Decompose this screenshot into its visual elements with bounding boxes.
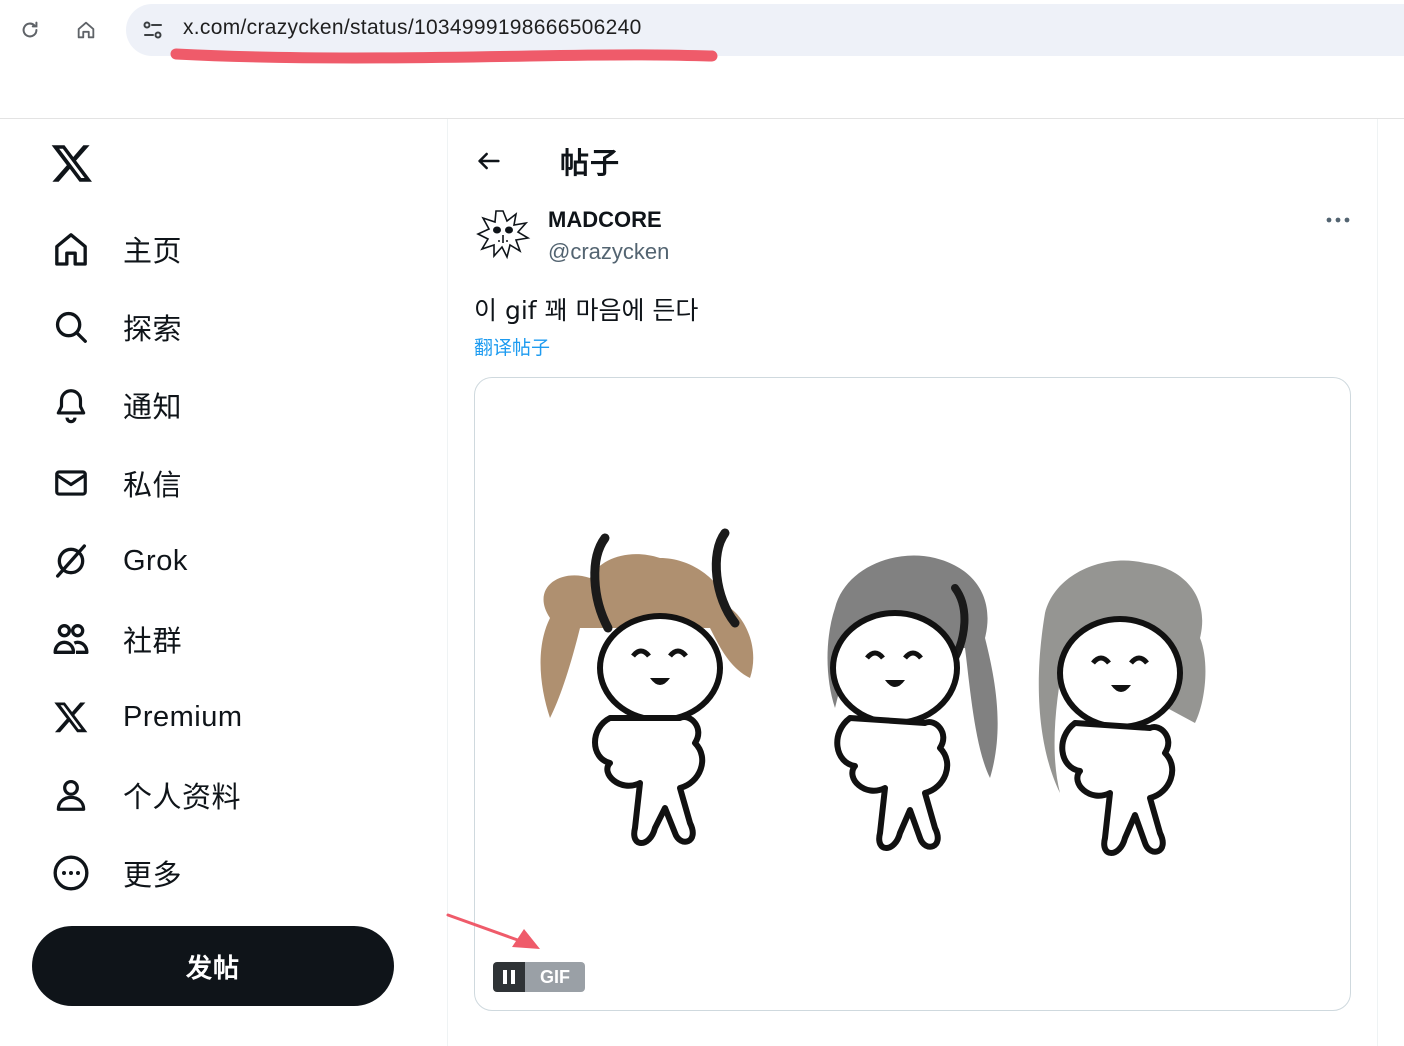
author-handle[interactable]: @crazycken <box>548 239 669 265</box>
envelope-icon <box>50 462 92 504</box>
x-logo-icon[interactable] <box>50 141 94 185</box>
post-button[interactable]: 发帖 <box>32 926 394 1006</box>
gif-media[interactable]: GIF <box>474 377 1351 1011</box>
sidebar-item-label: Premium <box>123 700 243 733</box>
sidebar-item-home[interactable]: 主页 <box>50 224 182 274</box>
home-icon[interactable] <box>72 16 100 44</box>
sidebar-item-label: 个人资料 <box>123 782 242 814</box>
back-button[interactable] <box>470 142 508 180</box>
pause-icon[interactable] <box>493 962 525 992</box>
sidebar-item-communities[interactable]: 社群 <box>50 614 182 664</box>
sidebar-item-label: Grok <box>123 544 188 577</box>
sidebar-item-messages[interactable]: 私信 <box>50 458 182 508</box>
clipped-content <box>474 1036 794 1046</box>
more-circle-icon <box>50 852 92 894</box>
sidebar-item-label: 社群 <box>123 626 183 658</box>
sidebar-item-notifications[interactable]: 通知 <box>50 380 182 430</box>
ellipsis-icon[interactable] <box>1322 208 1354 232</box>
people-icon <box>50 618 92 660</box>
column-divider <box>1377 119 1378 1046</box>
author-name[interactable]: MADCORE <box>548 207 662 233</box>
reload-icon[interactable] <box>16 16 44 44</box>
sidebar-item-label: 更多 <box>123 860 183 892</box>
person-icon <box>50 774 92 816</box>
gif-badge: GIF <box>525 962 585 992</box>
annotation-arrow <box>446 913 540 949</box>
chrome-divider <box>0 118 1404 119</box>
avatar[interactable] <box>474 205 532 263</box>
gif-controls: GIF <box>493 962 585 992</box>
translate-post-link[interactable]: 翻译帖子 <box>474 333 550 360</box>
arrow-left-icon <box>478 152 500 170</box>
sidebar-item-premium[interactable]: Premium <box>50 692 243 742</box>
search-icon <box>50 306 92 348</box>
sidebar-item-explore[interactable]: 探索 <box>50 302 182 352</box>
browser-toolbar: x.com/crazycken/status/10349991986665062… <box>0 0 1404 64</box>
sidebar-item-more[interactable]: 更多 <box>50 848 182 898</box>
gif-image <box>540 528 1206 856</box>
x-logo-icon <box>50 696 92 738</box>
sidebar-item-grok[interactable]: Grok <box>50 536 188 586</box>
sidebar-item-profile[interactable]: 个人资料 <box>50 770 241 820</box>
site-info-icon[interactable] <box>138 16 168 44</box>
bell-icon <box>50 384 92 426</box>
page-title: 帖子 <box>560 146 621 180</box>
sidebar-item-label: 私信 <box>123 470 183 502</box>
url-text[interactable]: x.com/crazycken/status/10349991986665062… <box>183 16 642 40</box>
sidebar-item-label: 探索 <box>123 314 183 346</box>
grok-icon <box>50 540 92 582</box>
sidebar-item-label: 通知 <box>123 392 183 424</box>
annotation-underline <box>170 48 718 64</box>
post-text: 이 gif 꽤 마음에 든다 <box>474 296 699 325</box>
sidebar-item-label: 主页 <box>123 236 183 268</box>
home-icon <box>50 228 92 270</box>
